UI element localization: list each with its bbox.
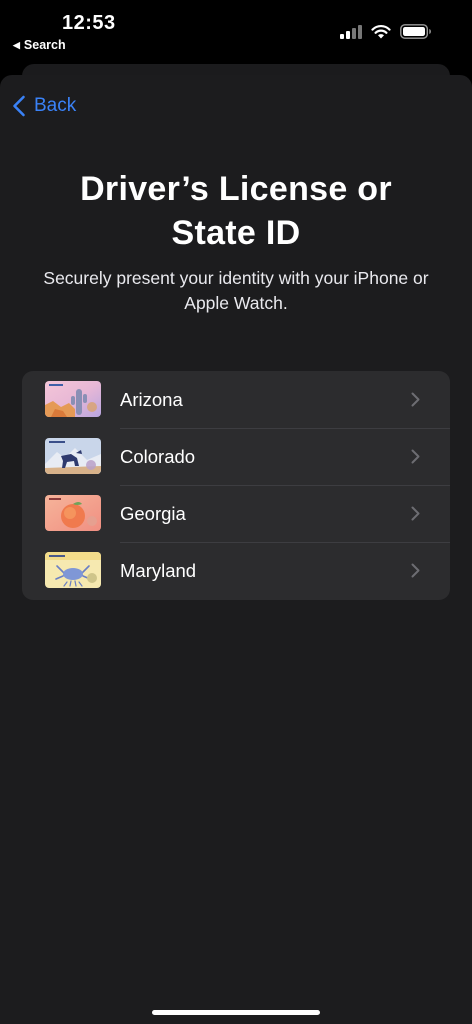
page-title-line-2: State ID — [171, 214, 301, 252]
page-title: Driver’s License or State ID — [0, 167, 472, 255]
status-time: 12:53 — [62, 12, 116, 34]
state-row-arizona[interactable]: Arizona — [22, 371, 450, 428]
page-subtitle: Securely present your identity with your… — [24, 266, 448, 316]
maryland-license-card-icon — [45, 552, 101, 588]
back-to-app-label: Search — [23, 38, 66, 52]
colorado-license-card-icon — [45, 438, 101, 474]
wifi-icon — [371, 25, 391, 39]
battery-icon — [400, 24, 431, 39]
georgia-license-card-icon — [45, 495, 101, 531]
modal-sheet: Back Driver’s License or State ID Secure… — [0, 75, 472, 1024]
chevron-right-icon — [411, 392, 420, 407]
state-row-maryland[interactable]: Maryland — [22, 542, 450, 599]
back-to-app-link[interactable]: ◀ Search — [13, 38, 66, 52]
chevron-right-icon — [411, 506, 420, 521]
back-button[interactable]: Back — [12, 95, 76, 117]
state-label: Arizona — [120, 388, 183, 410]
status-icons — [340, 24, 432, 39]
state-list: Arizona Colorado Georgia Maryland — [22, 371, 450, 600]
page-title-line-1: Driver’s License or — [80, 170, 392, 208]
state-label: Georgia — [120, 502, 186, 524]
cellular-signal-icon — [340, 24, 362, 39]
state-row-colorado[interactable]: Colorado — [22, 428, 450, 485]
chevron-right-icon — [411, 449, 420, 464]
chevron-left-icon — [13, 95, 25, 117]
page-subtitle-line-1: Securely present your identity with your… — [43, 268, 429, 288]
arizona-license-card-icon — [45, 381, 101, 417]
back-button-label: Back — [34, 95, 77, 116]
state-label: Maryland — [120, 559, 197, 581]
home-indicator[interactable] — [152, 1010, 320, 1015]
status-bar: 12:53 ◀ Search — [0, 0, 472, 64]
page-subtitle-line-2: Apple Watch. — [184, 293, 288, 313]
chevron-right-icon — [411, 563, 420, 578]
state-row-georgia[interactable]: Georgia — [22, 485, 450, 542]
state-label: Colorado — [120, 445, 196, 467]
back-triangle-icon: ◀ — [13, 40, 20, 50]
